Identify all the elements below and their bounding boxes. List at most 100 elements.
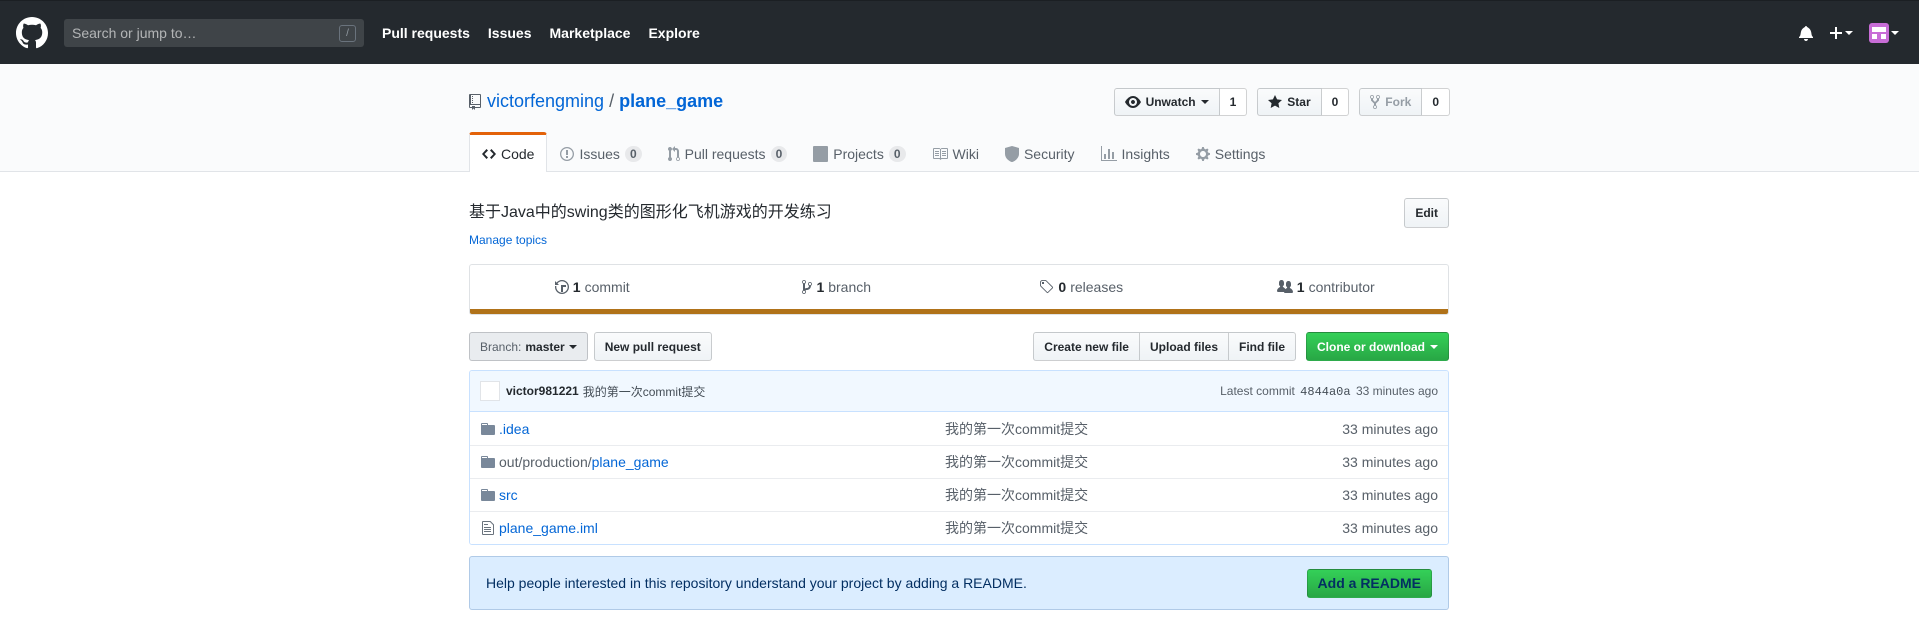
create-new-button[interactable] bbox=[1829, 25, 1853, 41]
file-link[interactable]: src bbox=[499, 487, 518, 503]
create-new-file-button[interactable]: Create new file bbox=[1033, 332, 1140, 361]
repo-description-area: 基于Java中的swing类的图形化飞机游戏的开发练习 Edit bbox=[469, 198, 1449, 228]
stars-count[interactable]: 0 bbox=[1321, 88, 1350, 116]
star-group: Star 0 bbox=[1257, 88, 1350, 116]
branches-label: branch bbox=[828, 279, 872, 295]
file-commit-message[interactable]: 我的第一次commit提交 bbox=[945, 452, 1245, 472]
repo-owner-link[interactable]: victorfengming bbox=[487, 91, 604, 112]
issue-icon bbox=[560, 146, 575, 161]
contributors-summary[interactable]: 1 contributor bbox=[1204, 279, 1449, 295]
fork-group: Fork 0 bbox=[1359, 88, 1450, 116]
user-menu-button[interactable] bbox=[1869, 22, 1899, 43]
commit-age: 33 minutes ago bbox=[1355, 383, 1438, 398]
star-button[interactable]: Star bbox=[1257, 88, 1322, 116]
forks-count[interactable]: 0 bbox=[1422, 88, 1450, 116]
issues-counter: 0 bbox=[624, 145, 642, 162]
nav-pull-requests[interactable]: Pull requests bbox=[382, 25, 470, 41]
commit-message-link[interactable]: 我的第一次commit提交 bbox=[583, 383, 706, 400]
repo-name-link[interactable]: plane_game bbox=[619, 91, 723, 112]
file-list: victor981221 我的第一次commit提交 Latest commit… bbox=[469, 370, 1449, 545]
table-row: src 我的第一次commit提交 33 minutes ago bbox=[470, 478, 1448, 511]
upload-files-button[interactable]: Upload files bbox=[1138, 332, 1229, 361]
topics-area: Manage topics bbox=[469, 233, 1449, 247]
commits-summary[interactable]: 1 commit bbox=[470, 279, 715, 295]
top-nav: Pull requests Issues Marketplace Explore bbox=[382, 25, 700, 41]
contributors-count: 1 bbox=[1296, 279, 1305, 295]
tab-wiki-label: Wiki bbox=[952, 145, 979, 162]
nav-issues[interactable]: Issues bbox=[488, 25, 532, 41]
people-icon bbox=[1276, 280, 1293, 293]
eye-icon bbox=[1124, 96, 1141, 108]
avatar[interactable] bbox=[480, 381, 500, 401]
github-logo-icon[interactable] bbox=[16, 16, 48, 49]
edit-description-button[interactable]: Edit bbox=[1404, 198, 1449, 228]
repo-header: victorfengming / plane_game Unwatch 1 St… bbox=[0, 64, 1919, 172]
repo-description: 基于Java中的swing类的图形化飞机游戏的开发练习 bbox=[469, 204, 832, 221]
branches-count: 1 bbox=[816, 279, 825, 295]
code-icon bbox=[482, 148, 496, 159]
search-box[interactable]: / bbox=[64, 18, 364, 47]
file-name-cell: src bbox=[499, 487, 945, 503]
file-commit-message[interactable]: 我的第一次commit提交 bbox=[945, 419, 1245, 439]
tab-projects[interactable]: Projects 0 bbox=[800, 132, 918, 172]
tab-settings[interactable]: Settings bbox=[1183, 132, 1279, 172]
tab-pull-requests[interactable]: Pull requests 0 bbox=[655, 132, 801, 172]
file-link[interactable]: plane_game bbox=[592, 454, 669, 470]
file-actions: Create new file Upload files Find file bbox=[1033, 332, 1296, 361]
branches-summary[interactable]: 1 branch bbox=[715, 279, 960, 295]
tab-issues-label: Issues bbox=[579, 145, 620, 162]
commit-author-link[interactable]: victor981221 bbox=[506, 384, 579, 398]
file-rows: .idea 我的第一次commit提交 33 minutes ago out/p… bbox=[470, 412, 1448, 544]
file-link[interactable]: plane_game.iml bbox=[499, 520, 598, 536]
language-bar[interactable] bbox=[470, 309, 1448, 314]
file-link[interactable]: .idea bbox=[499, 421, 529, 437]
file-commit-message[interactable]: 我的第一次commit提交 bbox=[945, 485, 1245, 505]
find-file-button[interactable]: Find file bbox=[1228, 332, 1296, 361]
clone-download-button[interactable]: Clone or download bbox=[1306, 332, 1449, 361]
global-header: / Pull requests Issues Marketplace Explo… bbox=[0, 0, 1919, 64]
latest-commit-prefix: Latest commit bbox=[1220, 383, 1295, 398]
releases-summary[interactable]: 0 releases bbox=[959, 279, 1204, 295]
unwatch-button[interactable]: Unwatch bbox=[1113, 88, 1220, 116]
avatar bbox=[1869, 22, 1889, 43]
file-path-prefix: out/production/ bbox=[499, 454, 592, 470]
file-name-cell: out/production/plane_game bbox=[499, 454, 945, 470]
tab-pull-requests-label: Pull requests bbox=[684, 145, 766, 162]
commits-count: 1 bbox=[572, 279, 581, 295]
search-input[interactable] bbox=[72, 24, 356, 41]
tab-security[interactable]: Security bbox=[992, 132, 1088, 172]
tab-insights[interactable]: Insights bbox=[1088, 132, 1183, 172]
numbers-summary: 1 commit 1 branch 0 releases 1 contribut… bbox=[469, 264, 1449, 315]
tab-code-label: Code bbox=[501, 145, 535, 162]
fork-button[interactable]: Fork bbox=[1359, 88, 1423, 116]
graph-icon bbox=[1100, 145, 1117, 161]
branch-name: master bbox=[525, 339, 565, 354]
repo-nav: Code Issues 0 Pull requests 0 Projects 0… bbox=[469, 132, 1278, 172]
book-icon bbox=[932, 147, 948, 160]
table-row: out/production/plane_game 我的第一次commit提交 … bbox=[470, 445, 1448, 478]
path-divider: / bbox=[609, 91, 615, 111]
folder-icon bbox=[481, 489, 495, 501]
file-navigation: Branch: master New pull request Create n… bbox=[469, 332, 1449, 361]
unwatch-label: Unwatch bbox=[1145, 95, 1196, 109]
branch-select-button[interactable]: Branch: master bbox=[469, 332, 588, 361]
notifications-button[interactable] bbox=[1799, 25, 1813, 41]
watchers-count[interactable]: 1 bbox=[1219, 88, 1248, 116]
file-icon bbox=[482, 521, 494, 535]
tab-insights-label: Insights bbox=[1121, 145, 1170, 162]
tab-code[interactable]: Code bbox=[469, 132, 548, 172]
manage-topics-link[interactable]: Manage topics bbox=[469, 233, 547, 247]
file-commit-message[interactable]: 我的第一次commit提交 bbox=[945, 518, 1245, 538]
nav-marketplace[interactable]: Marketplace bbox=[550, 25, 631, 41]
fork-label: Fork bbox=[1385, 95, 1412, 109]
latest-commit-bar: victor981221 我的第一次commit提交 Latest commit… bbox=[470, 371, 1448, 412]
new-pull-request-button[interactable]: New pull request bbox=[593, 332, 712, 361]
releases-label: releases bbox=[1070, 279, 1124, 295]
tab-issues[interactable]: Issues 0 bbox=[547, 132, 654, 172]
commit-sha-link[interactable]: 4844a0a bbox=[1300, 385, 1350, 399]
readme-prompt-text: Help people interested in this repositor… bbox=[486, 575, 1027, 591]
tab-wiki[interactable]: Wiki bbox=[919, 132, 992, 172]
plus-icon bbox=[1830, 26, 1842, 39]
nav-explore[interactable]: Explore bbox=[648, 25, 699, 41]
add-readme-button[interactable]: Add a README bbox=[1306, 568, 1432, 598]
